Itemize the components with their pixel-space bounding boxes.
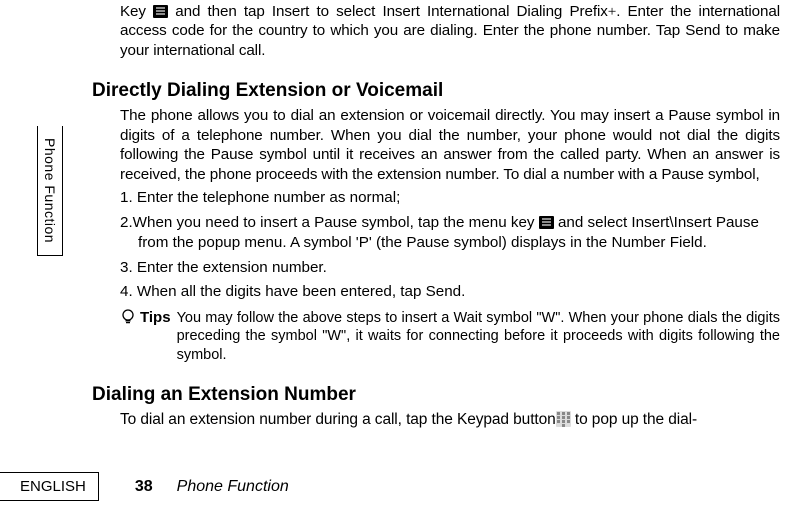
step-4: 4. When all the digits have been entered… xyxy=(120,282,780,303)
page-footer: ENGLISH 38 Phone Function xyxy=(0,472,808,501)
heading-directly-dialing: Directly Dialing Extension or Voicemail xyxy=(92,80,780,102)
side-tab-label: Phone Function xyxy=(42,138,58,243)
plus-symbol: + xyxy=(608,3,616,20)
tips-label: Tips xyxy=(120,309,171,326)
text-fragment: To dial an extension number during a cal… xyxy=(120,411,556,428)
keypad-icon xyxy=(556,411,571,427)
side-tab-phone-function: Phone Function xyxy=(37,126,63,256)
step-2-continued: from the popup menu. A symbol 'P' (the P… xyxy=(138,233,780,254)
tips-block: Tips You may follow the above steps to i… xyxy=(120,309,780,365)
text-fragment: and select Insert\Insert Pause xyxy=(554,214,759,231)
lightbulb-icon xyxy=(120,309,136,325)
tips-label-text: Tips xyxy=(140,309,171,326)
step-3: 3. Enter the extension number. xyxy=(120,258,780,279)
text-fragment: to pop up the dial- xyxy=(571,411,697,428)
step-1: 1. Enter the telephone number as normal; xyxy=(120,188,780,209)
text-fragment: 2.When you need to insert a Pause symbol… xyxy=(120,214,539,231)
page: Phone Function Key and then tap Insert t… xyxy=(0,0,808,515)
footer-section-title: Phone Function xyxy=(177,478,289,496)
page-number: 38 xyxy=(135,478,153,496)
paragraph-keypad: To dial an extension number during a cal… xyxy=(120,410,780,430)
text-fragment: Key xyxy=(120,3,153,20)
heading-dialing-extension: Dialing an Extension Number xyxy=(92,384,780,406)
text-fragment: and then tap Insert to select Insert Int… xyxy=(168,3,608,20)
paragraph-pause-explain: The phone allows you to dial an extensio… xyxy=(120,106,780,184)
tips-body: You may follow the above steps to insert… xyxy=(177,309,780,365)
language-badge: ENGLISH xyxy=(0,472,99,501)
step-2: 2.When you need to insert a Pause symbol… xyxy=(120,213,780,254)
content-area: Key and then tap Insert to select Insert… xyxy=(92,0,780,430)
menu-key-icon xyxy=(539,216,554,229)
menu-key-icon xyxy=(153,5,168,18)
intro-paragraph: Key and then tap Insert to select Insert… xyxy=(120,2,780,60)
